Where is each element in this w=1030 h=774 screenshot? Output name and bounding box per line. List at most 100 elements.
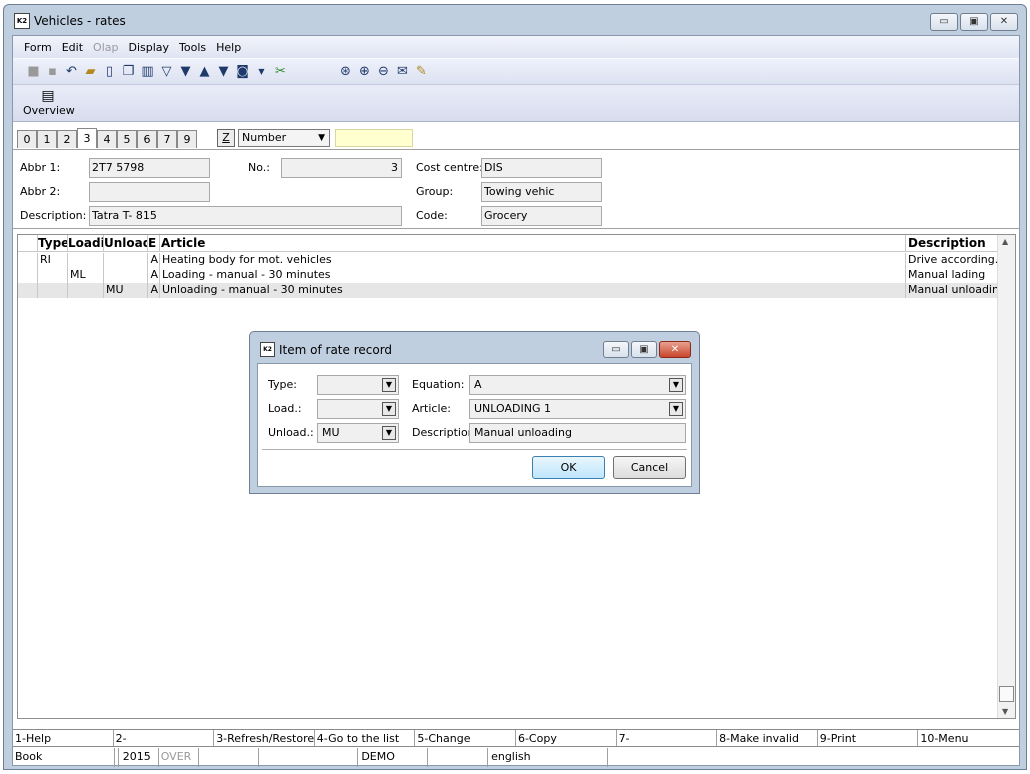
tab-5[interactable]: 5 [117, 130, 137, 148]
group-field[interactable]: Towing vehic [481, 182, 602, 202]
fkey-2[interactable]: 2- [114, 730, 215, 746]
tab-1[interactable]: 1 [37, 130, 57, 148]
fkey-3[interactable]: 3-Refresh/Restore [214, 730, 315, 746]
fkey-7[interactable]: 7- [617, 730, 718, 746]
dropdown-icon[interactable]: ▼ [253, 63, 270, 80]
dialog-title: Item of rate record [279, 343, 393, 357]
unload-select-value: MU [322, 426, 340, 439]
table-row[interactable]: RI A Heating body for mot. vehicles Driv… [18, 253, 998, 268]
cell-equation: A [148, 268, 160, 283]
down-arrow-icon[interactable]: ▼ [215, 63, 232, 80]
column-header-type[interactable]: Type [38, 235, 68, 251]
unload-select[interactable]: MU ▼ [317, 423, 399, 443]
column-header-article[interactable]: Article [160, 235, 906, 251]
fkey-9[interactable]: 9-Print [818, 730, 919, 746]
vertical-scrollbar[interactable]: ▲ ▼ [997, 235, 1015, 718]
chevron-down-icon: ▼ [382, 378, 396, 392]
column-header-description[interactable]: Description [906, 235, 998, 251]
cell-type: RI [38, 253, 68, 268]
up-arrow-icon[interactable]: ▲ [196, 63, 213, 80]
menu-olap[interactable]: Olap [88, 41, 123, 54]
page-tabs: 0 1 2 3 4 5 6 7 9 [17, 128, 197, 148]
fkey-6[interactable]: 6-Copy [516, 730, 617, 746]
tab-2[interactable]: 2 [57, 130, 77, 148]
save-icon[interactable]: ■ [25, 63, 42, 80]
delete-filter-icon[interactable]: ▼ [177, 63, 194, 80]
tab-9[interactable]: 9 [177, 130, 197, 148]
scroll-thumb[interactable] [999, 686, 1014, 702]
camera-icon[interactable]: ◙ [234, 63, 251, 80]
menu-tools[interactable]: Tools [174, 41, 211, 54]
cell-description: Drive according... [908, 253, 998, 268]
status-blank [199, 748, 259, 767]
menu-edit[interactable]: Edit [57, 41, 88, 54]
dialog-maximize-button[interactable]: ▣ [631, 341, 657, 358]
type-label: Type: [268, 378, 297, 391]
maximize-button[interactable]: ▣ [960, 13, 988, 31]
function-key-bar: 1-Help 2- 3-Refresh/Restore 4-Go to the … [13, 729, 1019, 747]
menu-help[interactable]: Help [211, 41, 246, 54]
load-select[interactable]: ▼ [317, 399, 399, 419]
tab-4[interactable]: 4 [97, 130, 117, 148]
record-form: Abbr 1: 2T7 5798 No.: 3 Cost centre: DIS… [13, 149, 1019, 229]
menu-display[interactable]: Display [123, 41, 174, 54]
type-select[interactable]: ▼ [317, 375, 399, 395]
mail-icon[interactable]: ✉ [394, 63, 411, 80]
fkey-8[interactable]: 8-Make invalid [717, 730, 818, 746]
app-logo-icon: K2 [260, 342, 275, 357]
chevron-down-icon: ▼ [318, 133, 325, 143]
column-header-unload[interactable]: Unload [104, 235, 148, 251]
sort-select[interactable]: Number ▼ [238, 129, 330, 147]
column-header-equation[interactable]: E [148, 235, 160, 251]
code-field[interactable]: Grocery [481, 206, 602, 226]
column-header-load[interactable]: Loadi [68, 235, 104, 251]
save-as-icon[interactable]: ▪ [44, 63, 61, 80]
new-document-icon[interactable]: ▯ [101, 63, 118, 80]
abbr2-field[interactable] [89, 182, 210, 202]
open-folder-icon[interactable]: ▰ [82, 63, 99, 80]
copy-icon[interactable]: ❐ [120, 63, 137, 80]
abbr1-field[interactable]: 2T7 5798 [89, 158, 210, 178]
tab-0[interactable]: 0 [17, 130, 37, 148]
dialog-minimize-button[interactable]: ▭ [603, 341, 629, 358]
filter-icon[interactable]: ▽ [158, 63, 175, 80]
book-icon[interactable]: ▥ [139, 63, 156, 80]
fkey-1[interactable]: 1-Help [13, 730, 114, 746]
status-blank [428, 748, 489, 767]
find-next-icon[interactable]: ⊕ [356, 63, 373, 80]
tab-3[interactable]: 3 [77, 128, 97, 148]
quick-search-input[interactable] [335, 129, 413, 147]
menu-bar: Form Edit Olap Display Tools Help [13, 36, 1019, 58]
article-select[interactable]: UNLOADING 1 ▼ [469, 399, 686, 419]
notes-icon[interactable]: ✎ [413, 63, 430, 80]
tab-7[interactable]: 7 [157, 130, 177, 148]
dialog-close-button[interactable]: ✕ [659, 341, 691, 358]
table-row-selected[interactable]: MU A Unloading - manual - 30 minutes Man… [18, 283, 998, 298]
ok-button[interactable]: OK [532, 456, 605, 479]
cancel-button[interactable]: Cancel [613, 456, 686, 479]
close-button[interactable]: ✕ [990, 13, 1018, 31]
item-of-rate-record-dialog: K2 Item of rate record ▭ ▣ ✕ Type: ▼ Loa… [249, 331, 700, 494]
equation-select[interactable]: A ▼ [469, 375, 686, 395]
find-icon[interactable]: ⊛ [337, 63, 354, 80]
fkey-10[interactable]: 10-Menu [918, 730, 1019, 746]
tools-icon[interactable]: ✂ [272, 63, 289, 80]
undo-icon[interactable]: ↶ [63, 63, 80, 80]
fkey-4[interactable]: 4-Go to the list [315, 730, 416, 746]
title-bar[interactable]: K2 Vehicles - rates ▭ ▣ ✕ [4, 5, 1026, 35]
overview-button[interactable]: ▤ Overview [23, 88, 75, 117]
find-previous-icon[interactable]: ⊖ [375, 63, 392, 80]
tab-6[interactable]: 6 [137, 130, 157, 148]
minimize-button[interactable]: ▭ [930, 13, 958, 31]
scroll-up-icon[interactable]: ▲ [1002, 237, 1008, 246]
equation-label: Equation: [412, 378, 465, 391]
fkey-5[interactable]: 5-Change [415, 730, 516, 746]
cost-centre-field[interactable]: DIS [481, 158, 602, 178]
dialog-description-field[interactable]: Manual unloading [469, 423, 686, 443]
table-row[interactable]: ML A Loading - manual - 30 minutes Manua… [18, 268, 998, 283]
description-field[interactable]: Tatra T- 815 [89, 206, 402, 226]
menu-form[interactable]: Form [19, 41, 57, 54]
no-field[interactable]: 3 [281, 158, 402, 178]
scroll-down-icon[interactable]: ▼ [1002, 707, 1008, 716]
sort-z-button[interactable]: Z [217, 129, 235, 147]
